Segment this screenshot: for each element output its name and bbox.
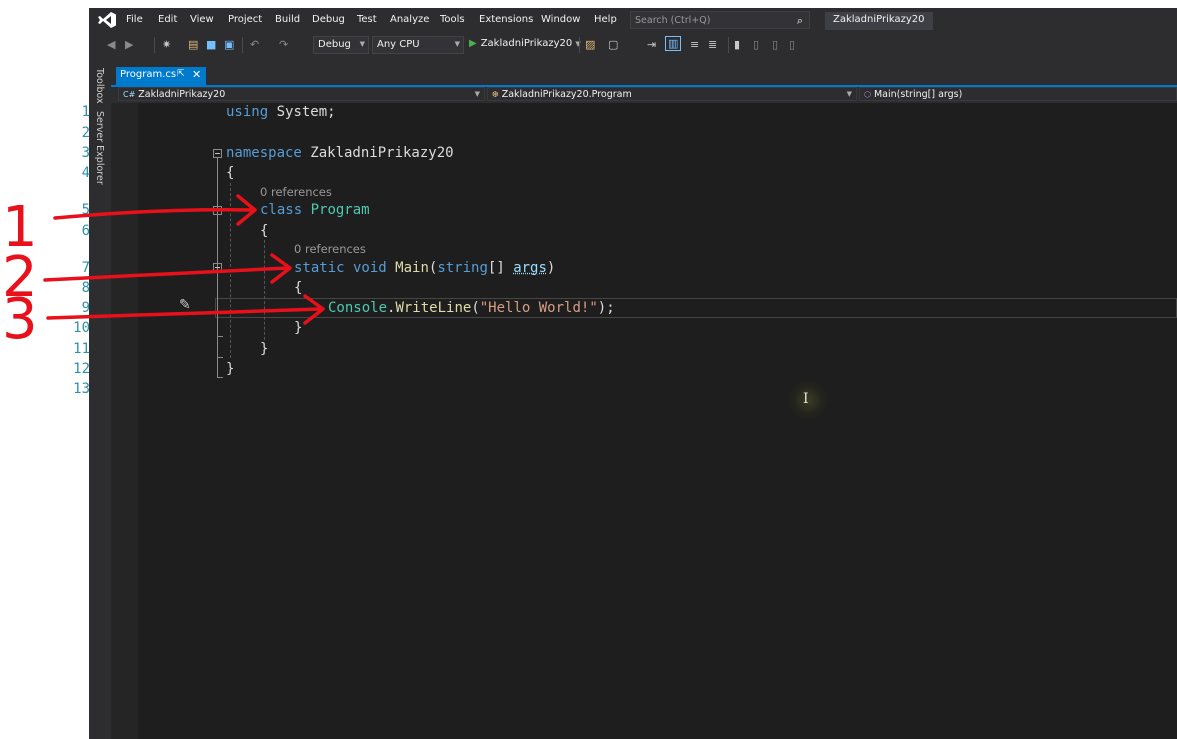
annotation-arrow-2 xyxy=(43,266,290,282)
annotation-layer: 1 2 3 xyxy=(2,194,325,352)
annotation-arrow-1 xyxy=(53,208,254,220)
annotation-label-3: 3 xyxy=(2,287,38,352)
annotation-arrow-3 xyxy=(46,307,322,320)
